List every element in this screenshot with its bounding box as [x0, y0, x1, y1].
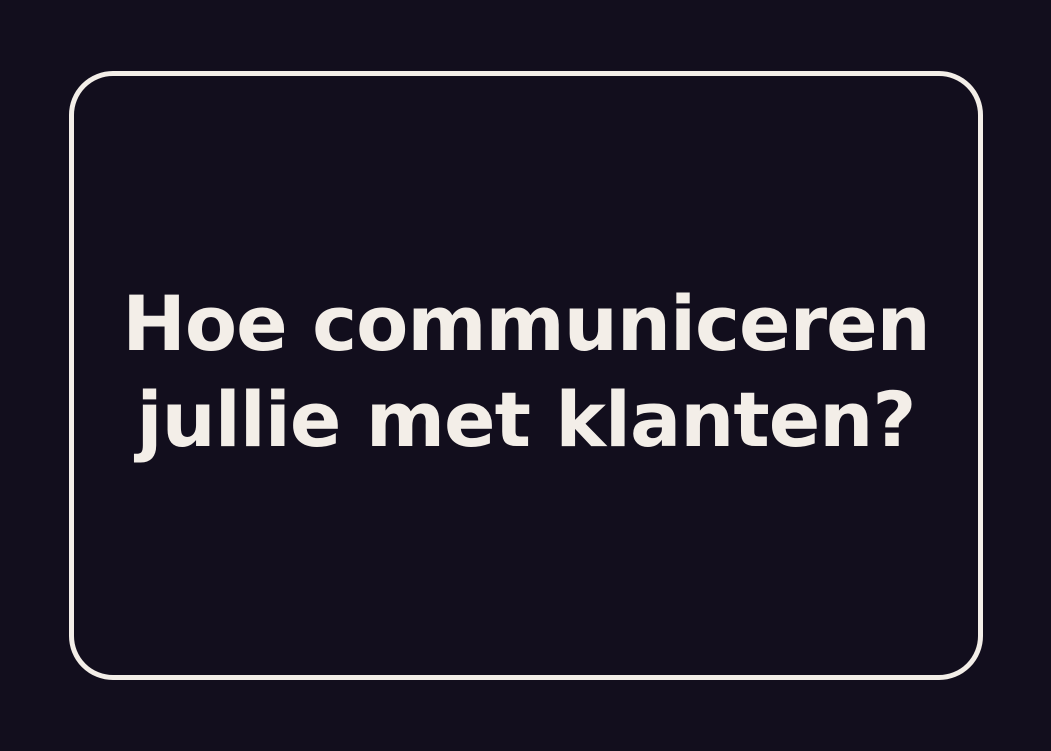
question-line-2: jullie met klanten? [136, 374, 917, 464]
question-card: Hoe communiceren jullie met klanten? [69, 71, 983, 680]
question-text: Hoe communiceren jullie met klanten? [122, 276, 930, 468]
question-line-1: Hoe communiceren [122, 278, 930, 368]
